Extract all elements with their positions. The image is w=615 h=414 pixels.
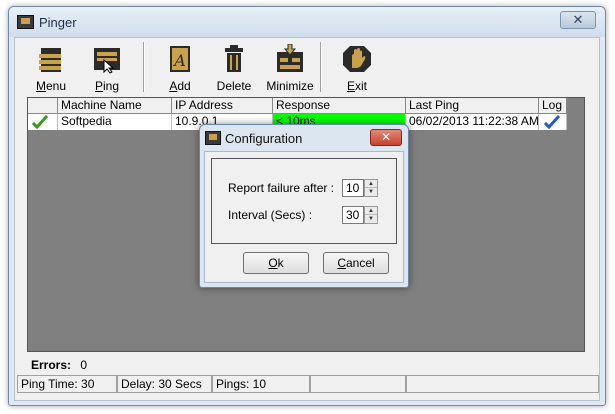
interval-input[interactable]: 30: [342, 206, 364, 224]
check-icon: [32, 115, 48, 129]
interval-label: Interval (Secs) :: [228, 208, 313, 222]
interval-spinner[interactable]: ▲ ▼: [364, 206, 378, 224]
menu-icon: [39, 48, 61, 72]
dialog-close-button[interactable]: ✕: [370, 129, 402, 146]
spin-up-icon[interactable]: ▲: [365, 207, 377, 215]
cell-machine-name: Softpedia: [58, 114, 172, 130]
ping-button[interactable]: Ping: [78, 42, 136, 96]
delete-button[interactable]: Delete: [205, 42, 263, 96]
toolbar-separator: [320, 42, 322, 92]
dialog-title: Configuration: [225, 131, 303, 146]
errors-value: 0: [80, 358, 88, 372]
status-delay: Delay: 30 Secs: [117, 375, 212, 393]
column-header-response[interactable]: Response: [273, 98, 406, 114]
spin-down-icon[interactable]: ▼: [365, 215, 377, 223]
ping-icon: [94, 48, 120, 74]
title-bar[interactable]: Pinger ✕: [9, 7, 605, 37]
window-title: Pinger: [39, 15, 77, 30]
settings-group: Report failure after : 10 ▲ ▼ Interval (…: [211, 158, 397, 244]
hand-icon: [343, 46, 371, 72]
column-header-log[interactable]: Log: [539, 98, 567, 114]
ok-button[interactable]: Ok: [243, 252, 309, 274]
toolbar-separator: [143, 42, 145, 92]
dialog-body: Report failure after : 10 ▲ ▼ Interval (…: [204, 151, 404, 283]
column-header-machine-name[interactable]: Machine Name: [58, 98, 172, 114]
dialog-app-icon: [205, 131, 221, 145]
check-blue-icon: [544, 115, 560, 129]
close-button[interactable]: ✕: [560, 11, 596, 29]
table-row[interactable]: [28, 114, 58, 130]
status-pings: Pings: 10: [212, 375, 310, 393]
cell-log: [539, 114, 567, 130]
report-failure-spinner[interactable]: ▲ ▼: [364, 179, 378, 197]
column-header-last-ping[interactable]: Last Ping: [406, 98, 539, 114]
minimize-button[interactable]: Minimize: [261, 42, 319, 96]
svg-text:A: A: [172, 51, 186, 70]
spin-up-icon[interactable]: ▲: [365, 180, 377, 188]
cancel-button[interactable]: Cancel: [323, 252, 389, 274]
app-icon: [17, 15, 34, 29]
trash-icon: [225, 45, 243, 72]
column-header-ip-address[interactable]: IP Address: [172, 98, 273, 114]
status-cell-4: [310, 375, 406, 393]
spin-down-icon[interactable]: ▼: [365, 188, 377, 196]
configuration-dialog: Configuration ✕ Report failure after : 1…: [199, 124, 409, 288]
minimize-icon: [277, 44, 303, 72]
menu-button[interactable]: Menu: [22, 42, 80, 96]
add-button[interactable]: A Add: [151, 42, 209, 96]
add-icon: A: [170, 46, 190, 72]
report-failure-label: Report failure after :: [228, 181, 335, 195]
report-failure-input[interactable]: 10: [342, 179, 364, 197]
status-cell-5: [406, 375, 599, 393]
errors-label: Errors:: [31, 358, 72, 372]
column-header-status[interactable]: [28, 98, 58, 114]
exit-button[interactable]: Exit: [328, 42, 386, 96]
status-ping-time: Ping Time: 30: [17, 375, 117, 393]
cell-last-ping: 06/02/2013 11:22:38 AM: [406, 114, 539, 130]
errors-readout: Errors: 0: [31, 358, 87, 372]
